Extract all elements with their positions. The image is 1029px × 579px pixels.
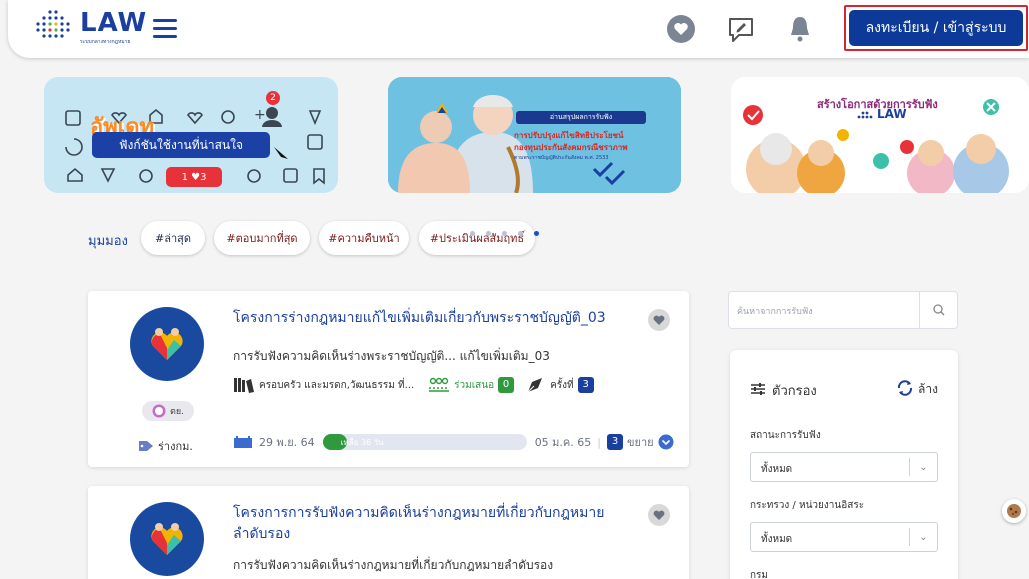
favorite-heart-icon[interactable]: [648, 504, 670, 526]
banner-pill: ฟังก์ชันใช้งานที่น่าสนใจ: [92, 132, 270, 158]
end-date: 05 ม.ค. 65: [534, 436, 592, 449]
project-avatar: [130, 502, 204, 576]
banner-logo-text: LAW: [877, 107, 907, 121]
card-title[interactable]: โครงการการรับฟังความคิดเห็นร่างกฎหมายที่…: [233, 503, 633, 545]
chevron-down-icon[interactable]: [658, 434, 674, 450]
login-button-label: ลงทะเบียน / เข้าสู่ระบบ: [849, 10, 1023, 46]
logo-text: LAW: [80, 8, 148, 38]
status-value: ทั้งหมด: [761, 464, 793, 475]
extend-label[interactable]: ขยาย: [627, 433, 654, 451]
round-label: ครั้งที่: [550, 379, 574, 391]
card-tag-label: ร่างกม.: [158, 440, 193, 453]
start-date: 29 พ.ย. 64: [259, 436, 315, 449]
family-heart-icon: [151, 523, 183, 555]
timeline-row: 29 พ.ย. 64 เหลือ 36 วัน 05 ม.ค. 65 | 3 ข…: [233, 433, 674, 451]
search-icon: [932, 304, 944, 316]
family-heart-icon: [151, 328, 183, 360]
chevron-down-icon: ⌄: [909, 458, 937, 476]
refresh-icon[interactable]: [896, 380, 914, 396]
carousel-dot[interactable]: [470, 231, 475, 236]
filter-title: ตัวกรอง: [772, 384, 817, 399]
carousel-dots: [470, 221, 550, 240]
project-avatar: [130, 307, 204, 381]
topic-label: มุมมอง: [88, 234, 128, 249]
login-button[interactable]: ลงทะเบียน / เข้าสู่ระบบ: [844, 5, 1028, 51]
banner-badge: 1 ♥3: [166, 167, 222, 187]
card-title[interactable]: โครงการร่างกฎหมายแก้ไขเพิ่มเติมเกี่ยวกับ…: [233, 308, 633, 329]
calendar-icon: [234, 436, 252, 448]
banner-opportunity[interactable]: สร้างโอกาสด้วยการรับฟัง LAW: [731, 77, 1029, 193]
filter-sliders-icon: [751, 383, 765, 395]
ministry-select[interactable]: ทั้งหมด ⌄: [750, 522, 938, 552]
status-label: สถานะการรับฟัง: [750, 430, 821, 441]
banner-feature-update[interactable]: + 2 อัพเดท ฟังก์ชันใช้งานที่น่าสนใจ 1 ♥3: [44, 77, 338, 193]
round-count-badge: 3: [577, 377, 594, 393]
pen-icon: [527, 378, 543, 393]
extend-count-badge: 3: [607, 434, 623, 450]
search-placeholder: ค้นหาจากการรับฟัง: [737, 307, 813, 317]
carousel-dot[interactable]: [518, 231, 523, 236]
join-label: ร่วมเสนอ: [454, 379, 495, 391]
card-meta-row: ครอบครัว และมรดก,วัฒนธรรม ที่... ร่วมเสน…: [233, 376, 594, 394]
feedback-icon[interactable]: [726, 14, 756, 44]
top-header: LAW ระบบกลางทางกฎหมาย ลงทะเบียน / เข้าสู…: [8, 0, 1029, 58]
card-tag[interactable]: ร่างกม.: [138, 437, 193, 455]
filter-panel: ตัวกรอง ล้าง สถานะการรับฟัง ทั้งหมด ⌄ กร…: [730, 350, 958, 579]
carousel-dot[interactable]: [486, 231, 491, 236]
cookie-icon[interactable]: [1002, 499, 1026, 523]
law-logo[interactable]: LAW ระบบกลางทางกฎหมาย: [32, 8, 152, 50]
card-description: การรับฟังความคิดเห็นร่างพระราชบัญญัติ...…: [233, 349, 550, 363]
carousel-dot-active[interactable]: [534, 231, 539, 236]
search-button[interactable]: [919, 292, 957, 328]
clear-filter-button[interactable]: ล้าง: [918, 380, 938, 399]
chevron-down-icon: ⌄: [909, 528, 937, 546]
card-category: ครอบครัว และมรดก,วัฒนธรรม ที่...: [259, 379, 415, 391]
remaining-text: เหลือ 36 วัน: [340, 438, 384, 447]
favorite-heart-icon[interactable]: [648, 309, 670, 331]
notification-count-badge: 2: [266, 91, 280, 105]
join-count-badge: 0: [498, 377, 515, 393]
heart-icon[interactable]: [666, 14, 696, 44]
svg-text:+: +: [254, 107, 266, 123]
logo-tagline: ระบบกลางทางกฎหมาย: [80, 39, 131, 45]
books-icon: [234, 378, 254, 393]
chip-progress[interactable]: #ความคืบหน้า: [319, 221, 409, 255]
hamburger-menu-icon[interactable]: [153, 19, 177, 39]
org-chip[interactable]: ตย.: [142, 401, 194, 421]
department-label: กรม: [750, 570, 769, 579]
chip-latest[interactable]: #ล่าสุด: [141, 221, 205, 255]
tag-icon: [139, 441, 153, 451]
hearing-card[interactable]: โครงการร่างกฎหมายแก้ไขเพิ่มเติมเกี่ยวกับ…: [88, 291, 689, 467]
logo-dots-icon: [36, 10, 70, 38]
participants-icon: [429, 377, 450, 392]
banner-summary-result[interactable]: อ่านสรุปผลการรับฟัง การปรับปรุงแก้ไขสิทธ…: [388, 77, 681, 193]
org-seal-icon: [152, 404, 166, 418]
chip-most-answered[interactable]: #ตอบมากที่สุด: [214, 221, 310, 255]
org-name: ตย.: [170, 407, 184, 417]
banner-line-2: กองทุนประกันสังคมกรณีชราภาพ: [514, 143, 628, 152]
cursor-arrow-icon: [274, 147, 288, 159]
status-select[interactable]: ทั้งหมด ⌄: [750, 452, 938, 482]
bell-icon[interactable]: [785, 14, 815, 44]
search-box[interactable]: ค้นหาจากการรับฟัง: [728, 291, 958, 329]
banner-heading: อ่านสรุปผลการรับฟัง: [516, 111, 646, 124]
ministry-label: กระทรวง / หน่วยงานอิสระ: [750, 500, 865, 511]
card-description: การรับฟังความคิดเห็นร่างกฎหมายที่เกี่ยวก…: [233, 558, 554, 572]
hearing-card[interactable]: โครงการการรับฟังความคิดเห็นร่างกฎหมายที่…: [88, 486, 689, 579]
carousel-dot[interactable]: [502, 231, 507, 236]
banner-line-3: ตามพระราชบัญญัติประกันสังคม พ.ศ. 2533: [514, 155, 609, 161]
remaining-progress-bar: เหลือ 36 วัน: [322, 434, 527, 450]
ministry-value: ทั้งหมด: [761, 534, 793, 545]
